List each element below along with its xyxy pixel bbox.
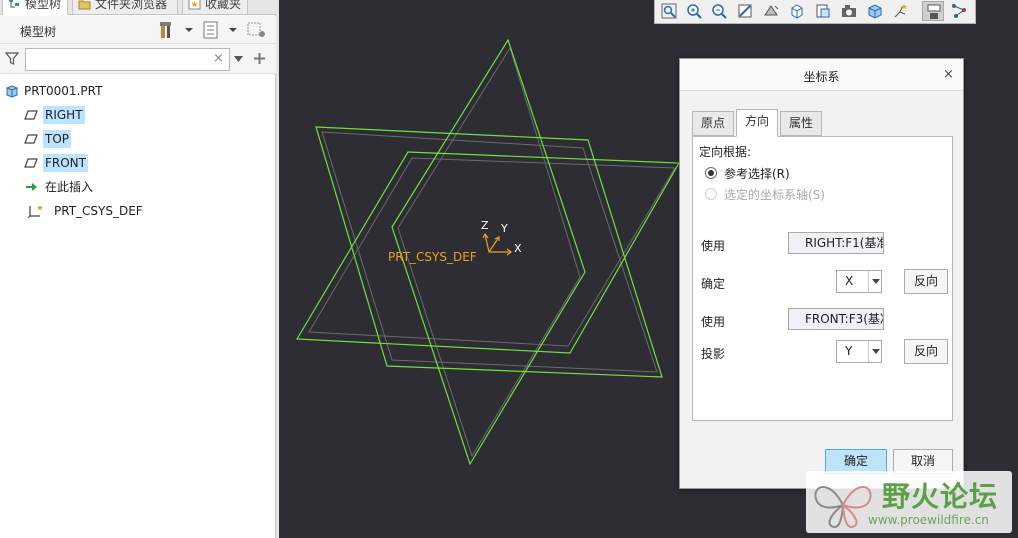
tree-search-input[interactable] <box>25 48 230 71</box>
tree-filter-row: × <box>0 44 276 74</box>
zoom-in-icon <box>687 4 702 19</box>
tree-item-label: PRT0001.PRT <box>24 84 103 98</box>
refit-button[interactable] <box>658 1 680 21</box>
folder-icon <box>78 0 91 10</box>
tree-item-label: RIGHT <box>43 106 85 124</box>
radio-reference-label[interactable]: 参考选择(R) <box>724 165 790 182</box>
tab-folder-browser[interactable]: 文件夹浏览器 <box>72 0 178 15</box>
tree-item-label: PRT_CSYS_DEF <box>54 204 143 218</box>
show-dropdown-button[interactable] <box>202 21 240 39</box>
csys-dialog: 坐标系 × 原点 方向 属性 定向根据: 参考选择(R) 选定的坐标系轴(S) … <box>679 58 964 489</box>
tab-orientation[interactable]: 方向 <box>736 109 778 137</box>
dialog-title: 坐标系 <box>803 70 840 84</box>
watermark-url: www.proewildfire.cn <box>868 513 989 527</box>
radio-csys-axes-label: 选定的坐标系轴(S) <box>724 188 825 202</box>
project-label: 投影 <box>701 347 726 361</box>
csys-triad <box>482 232 512 256</box>
flip2-button[interactable]: 反向 <box>904 339 948 364</box>
repaint-button[interactable] <box>734 1 756 21</box>
orientation-panel: 定向根据: 参考选择(R) 选定的坐标系轴(S) 使用 RIGHT:F1(基准 … <box>692 136 953 421</box>
chevron-down-icon[interactable] <box>234 56 243 62</box>
settings-dropdown-button[interactable] <box>158 21 196 39</box>
project-axis-select[interactable]: Y <box>836 340 882 363</box>
refit-icon <box>661 3 677 19</box>
spin-center-button[interactable] <box>948 1 970 21</box>
section-icon <box>868 4 882 19</box>
datum-display-icon <box>894 4 907 18</box>
close-icon[interactable]: × <box>943 67 954 82</box>
repaint-icon <box>738 4 752 18</box>
add-icon[interactable] <box>253 52 266 65</box>
tab-origin[interactable]: 原点 <box>692 111 734 136</box>
tab-model-tree[interactable]: 模型树 <box>2 0 68 15</box>
grid-settings-icon <box>247 22 265 37</box>
model-tree-panel: 模型树 文件夹浏览器 收藏夹 模型树 × PRT0001.PRT RIGHT T… <box>0 0 276 538</box>
display-style-button[interactable] <box>760 1 782 21</box>
annotation-icon <box>927 4 941 19</box>
use1-reference-field[interactable]: RIGHT:F1(基准 <box>788 232 884 254</box>
part-icon <box>6 85 18 98</box>
model-tree-header: 模型树 <box>0 16 276 44</box>
y-axis-label: Y <box>501 222 508 235</box>
project-axis-value: Y <box>845 344 853 358</box>
datum-plane-icon <box>24 158 38 168</box>
determine-axis-select[interactable]: X <box>836 270 882 293</box>
tree-item-label: 在此插入 <box>45 180 94 194</box>
datum-plane-icon <box>24 110 38 120</box>
display-style-icon <box>764 5 779 16</box>
use2-reference-field[interactable]: FRONT:F3(基准 <box>788 308 884 330</box>
datum-display-button[interactable] <box>890 1 912 21</box>
z-axis-label: Z <box>481 219 489 232</box>
determine-axis-value: X <box>845 274 854 288</box>
list-icon <box>203 21 237 39</box>
radio-reference-selection[interactable] <box>705 167 717 179</box>
tools-icon <box>160 22 193 38</box>
tab-label: 模型树 <box>25 0 62 11</box>
perspective-button[interactable] <box>838 1 860 21</box>
cube-icon <box>791 4 803 19</box>
view-manager-button[interactable] <box>812 1 834 21</box>
butterfly-logo-icon <box>814 486 872 528</box>
camera-icon <box>842 5 856 17</box>
chevron-down-icon <box>868 271 881 292</box>
tree-item-label: TOP <box>43 130 72 148</box>
model-tree-icon <box>9 0 19 8</box>
tree-filter-settings-button[interactable] <box>246 21 268 39</box>
datum-plane-icon <box>24 134 38 144</box>
flip1-button[interactable]: 反向 <box>904 269 948 294</box>
tab-favorites[interactable]: 收藏夹 <box>182 0 248 15</box>
radio-csys-axes <box>705 188 717 200</box>
saved-orientations-button[interactable] <box>786 1 808 21</box>
x-axis-label: X <box>514 242 522 255</box>
view-manager-icon <box>816 4 830 18</box>
use2-label: 使用 <box>701 315 726 329</box>
csys-name-label[interactable]: PRT_CSYS_DEF <box>388 250 477 264</box>
orient-by-label: 定向根据: <box>699 145 752 159</box>
dialog-titlebar[interactable]: 坐标系 × <box>680 59 963 91</box>
zoom-out-icon <box>712 4 727 19</box>
use1-label: 使用 <box>701 239 726 253</box>
tab-label: 收藏夹 <box>205 0 242 11</box>
watermark-title: 野火论坛 <box>882 480 999 513</box>
filter-icon[interactable] <box>5 52 19 66</box>
spin-center-icon <box>952 4 966 18</box>
tab-label: 文件夹浏览器 <box>95 0 168 11</box>
navigator-tabs: 模型树 文件夹浏览器 收藏夹 <box>0 0 276 15</box>
insert-arrow-icon <box>26 183 37 191</box>
plane-front-edge <box>295 151 681 354</box>
clear-search-icon[interactable]: × <box>213 51 224 66</box>
tree-item-label: FRONT <box>43 154 88 172</box>
favorites-icon <box>188 0 201 10</box>
tab-properties[interactable]: 属性 <box>780 111 822 136</box>
determine-label: 确定 <box>701 277 726 291</box>
annotation-display-button[interactable] <box>922 1 944 21</box>
site-watermark: 野火论坛 www.proewildfire.cn <box>806 471 1012 533</box>
section-button[interactable] <box>864 1 886 21</box>
chevron-down-icon <box>868 341 881 362</box>
zoom-in-button[interactable] <box>683 1 705 21</box>
model-tree-title: 模型树 <box>20 25 57 39</box>
view-toolbar <box>654 0 976 24</box>
zoom-out-button[interactable] <box>708 1 730 21</box>
csys-icon <box>27 205 43 218</box>
